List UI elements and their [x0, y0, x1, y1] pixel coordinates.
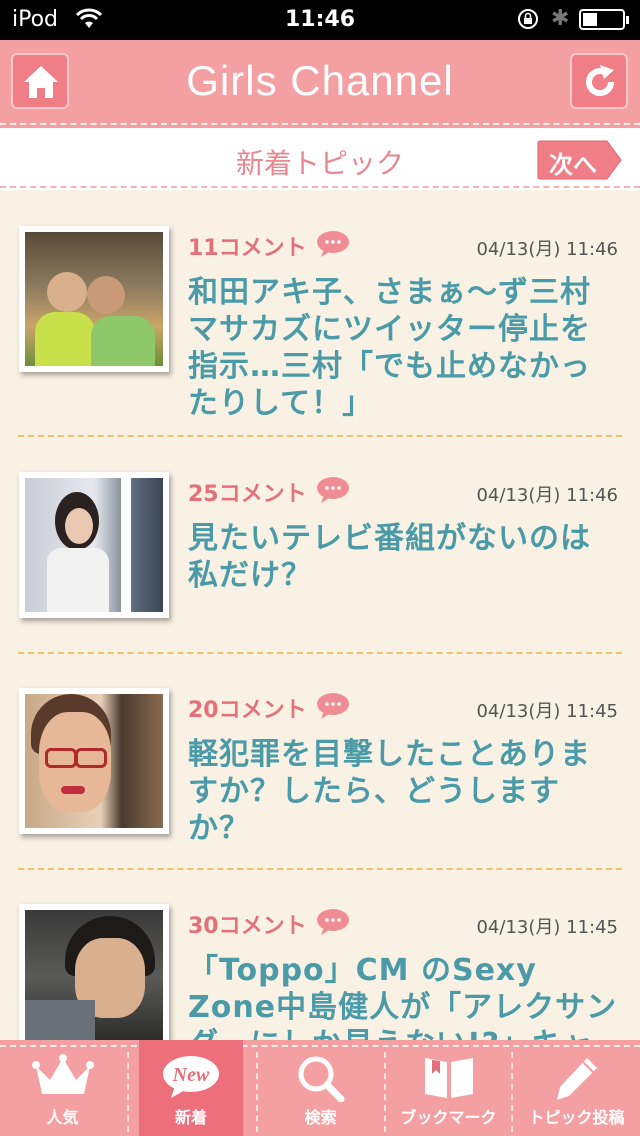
section-stitch [0, 186, 640, 188]
topic-title[interactable]: 見たいテレビ番組がないのは私だけ？ [188, 520, 618, 594]
comment-bubble-icon [316, 476, 350, 508]
tab-new[interactable]: New 新着 [139, 1040, 243, 1136]
topic-item[interactable]: 11コメント 04/13(月) 11:46 和田アキ子、さまぁ〜ず三村マサカズに… [0, 190, 640, 421]
new-badge-icon: New [161, 1054, 221, 1104]
tab-bar: 人気 New 新着 検索 ブックマーク トピック投稿 [0, 1040, 640, 1136]
comment-count: 20コメント [188, 698, 307, 723]
comment-count: 30コメント [188, 914, 307, 939]
app-header: Girls Channel [0, 40, 640, 128]
new-badge-text: New [172, 1064, 210, 1086]
refresh-button[interactable] [570, 53, 628, 109]
topic-item[interactable]: 25コメント 04/13(月) 11:46 見たいテレビ番組がないのは私だけ？ [0, 436, 640, 652]
tab-divider [127, 1052, 129, 1132]
comment-bubble-icon [316, 230, 350, 262]
section-header: 新着トピック 次へ [0, 128, 640, 190]
pencil-icon [553, 1054, 601, 1106]
topic-thumbnail [19, 472, 169, 618]
crown-icon [31, 1054, 94, 1104]
tab-search[interactable]: 検索 [258, 1040, 383, 1136]
topic-thumbnail [19, 904, 169, 1050]
rotation-lock-icon [517, 8, 539, 30]
tab-label: トピック投稿 [528, 1108, 625, 1127]
next-button[interactable]: 次へ [537, 139, 623, 181]
next-label: 次へ [549, 151, 597, 179]
tab-label: ブックマーク [400, 1108, 497, 1127]
search-icon [296, 1054, 346, 1106]
comment-count: 25コメント [188, 482, 307, 507]
topic-date: 04/13(月) 11:46 [476, 485, 618, 506]
book-icon [422, 1054, 476, 1104]
topic-item[interactable]: 20コメント 04/13(月) 11:45 軽犯罪を目撃したことありますか？した… [0, 652, 640, 868]
tab-label: 検索 [304, 1108, 337, 1127]
tab-post-topic[interactable]: トピック投稿 [513, 1040, 640, 1136]
comment-count: 11コメント [188, 236, 307, 261]
refresh-icon [586, 65, 615, 96]
topic-date: 04/13(月) 11:45 [476, 701, 618, 722]
status-bar: iPod 11:46 ✱ [0, 0, 640, 40]
battery-icon [579, 9, 629, 30]
topic-title[interactable]: 和田アキ子、さまぁ〜ず三村マサカズにツイッター停止を指示…三村「でも止めなかった… [188, 274, 618, 422]
tab-bookmark[interactable]: ブックマーク [386, 1040, 511, 1136]
clock: 11:46 [284, 7, 356, 32]
tab-popular[interactable]: 人気 [0, 1040, 125, 1136]
tab-label: 人気 [46, 1108, 79, 1127]
comment-bubble-icon [316, 692, 350, 724]
topic-thumbnail [19, 226, 169, 372]
header-stitch [0, 123, 640, 125]
topic-thumbnail [19, 688, 169, 834]
tab-label: 新着 [174, 1108, 207, 1127]
topic-date: 04/13(月) 11:45 [476, 917, 618, 938]
comment-bubble-icon [316, 908, 350, 940]
topic-date: 04/13(月) 11:46 [476, 239, 618, 260]
bluetooth-icon: ✱ [551, 6, 570, 31]
topic-title[interactable]: 軽犯罪を目撃したことありますか？したら、どうしますか？ [188, 736, 618, 847]
app-title: Girls Channel [186, 57, 454, 104]
